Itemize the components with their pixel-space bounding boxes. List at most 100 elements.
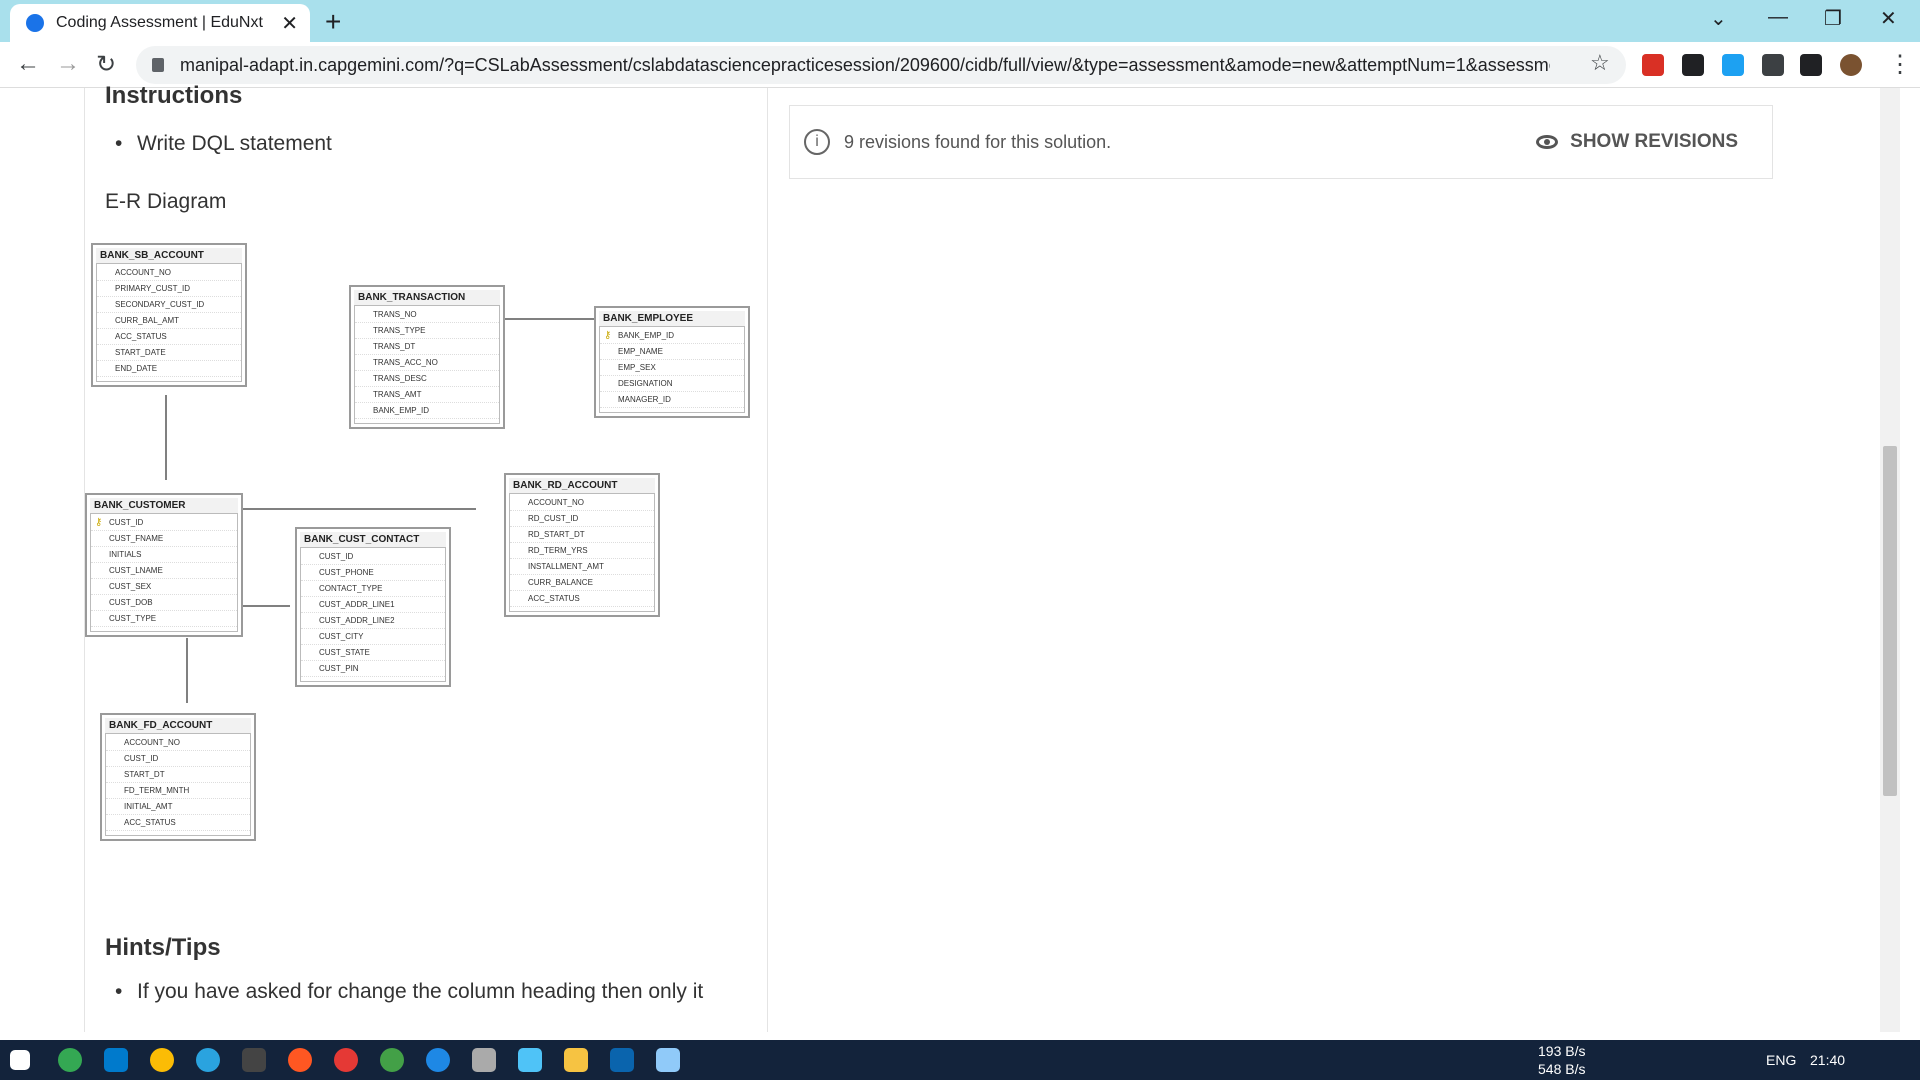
tab-strip: Coding Assessment | EduNxt ✕ + ⌄ — ❐ ✕ [0,0,1920,42]
brave-icon[interactable] [288,1048,312,1072]
er-table-name: BANK_RD_ACCOUNT [509,478,655,493]
er-table-name: BANK_CUSTOMER [90,498,238,513]
url-text: manipal-adapt.in.capgemini.com/?q=CSLabA… [180,54,1550,75]
app-icon-2[interactable] [472,1048,496,1072]
pocket-extension-icon[interactable] [1642,54,1664,76]
er-column: TRANS_TYPE [355,323,499,339]
page-content: Instructions Write DQL statement E-R Dia… [0,82,1920,1032]
language-indicator[interactable]: ENG [1766,1052,1796,1068]
question-pane: Instructions Write DQL statement E-R Dia… [84,82,768,1032]
solution-pane: i 9 revisions found for this solution. S… [768,88,1796,1032]
chrome-active-icon[interactable] [150,1048,174,1072]
s-extension-icon[interactable] [1722,54,1744,76]
windows-start-icon[interactable] [10,1050,30,1070]
er-column: TRANS_DT [355,339,499,355]
er-table-name: BANK_TRANSACTION [354,290,500,305]
er-column: RD_START_DT [510,527,654,543]
er-column: ACC_STATUS [97,329,241,345]
close-window-button[interactable]: ✕ [1880,6,1897,31]
back-icon[interactable]: ← [16,50,40,78]
page-scrollbar[interactable] [1880,88,1900,1032]
er-column: INITIALS [91,547,237,563]
edge-icon[interactable] [426,1048,450,1072]
tab-search-icon[interactable]: ⌄ [1710,6,1727,31]
er-column: CUST_PHONE [301,565,445,581]
eye-icon [1536,135,1559,149]
er-column: CUST_CITY [301,629,445,645]
er-column-list: CUST_IDCUST_FNAMEINITIALSCUST_LNAMECUST_… [90,513,238,632]
er-column: CURR_BALANCE [510,575,654,591]
er-table-name: BANK_FD_ACCOUNT [105,718,251,733]
new-tab-button[interactable]: + [325,6,341,38]
clock[interactable]: 21:40 [1810,1052,1845,1068]
er-table-bank-customer: BANK_CUSTOMERCUST_IDCUST_FNAMEINITIALSCU… [85,493,243,637]
edunxt-favicon-icon [26,14,44,32]
vscode-icon[interactable] [104,1048,128,1072]
relation-line [243,605,290,607]
forward-icon[interactable]: → [56,50,80,78]
er-column-list: BANK_EMP_IDEMP_NAMEEMP_SEXDESIGNATIONMAN… [599,326,745,413]
tab-title: Coding Assessment | EduNxt [56,14,263,31]
er-column: START_DT [106,767,250,783]
er-column: FD_TERM_MNTH [106,783,250,799]
avatar[interactable] [1840,54,1862,76]
er-column: CUST_DOB [91,595,237,611]
er-column-list: ACCOUNT_NO RD_CUST_ID RD_START_DT RD_TERM_Y… [509,493,655,612]
scrollbar-thumb[interactable] [1883,446,1897,796]
revisions-card: i 9 revisions found for this solution. S… [789,105,1773,179]
hint-item: If you have asked for change the column … [115,980,703,1004]
revisions-text: 9 revisions found for this solution. [844,131,1112,152]
er-column: CUST_SEX [91,579,237,595]
relation-line [186,638,188,703]
restore-button[interactable]: ❐ [1824,6,1842,31]
address-bar[interactable]: manipal-adapt.in.capgemini.com/?q=CSLabA… [136,46,1626,84]
file-explorer-icon[interactable] [564,1048,588,1072]
er-column: SECONDARY_CUST_ID [97,297,241,313]
er-column: CONTACT_TYPE [301,581,445,597]
menu-icon[interactable]: ⋮ [1888,50,1912,79]
er-column: TRANS_NO [355,307,499,323]
er-column: CUST_PIN [301,661,445,677]
er-column: BANK_EMP_ID [600,328,744,344]
er-column: PRIMARY_CUST_ID [97,281,241,297]
reload-icon[interactable]: ↻ [96,50,116,79]
er-table-bank-fd-account: BANK_FD_ACCOUNT ACCOUNT_NO CUST_ID START_DT… [100,713,256,841]
net-download: 548 B/s [1538,1061,1586,1077]
er-column: CUST_ADDR_LINE1 [301,597,445,613]
info-icon: i [804,129,830,155]
notes-icon[interactable] [656,1048,680,1072]
p-app-icon[interactable] [334,1048,358,1072]
er-column: CUST_ID [301,549,445,565]
side-panel-icon[interactable] [1800,54,1822,76]
show-revisions-button[interactable]: SHOW REVISIONS [1536,131,1738,153]
hints-heading: Hints/Tips [105,934,221,961]
chrome-icon[interactable] [58,1048,82,1072]
bookmark-star-icon[interactable]: ☆ [1590,50,1612,75]
photos-icon[interactable] [518,1048,542,1072]
browser-toolbar: ← → ↻ manipal-adapt.in.capgemini.com/?q=… [0,42,1920,88]
er-table-bank-transaction: BANK_TRANSACTION TRANS_NO TRANS_TYPE TRANS_… [349,285,505,429]
er-column-list: ACCOUNT_NO PRIMARY_CUST_ID SECONDARY_CUST_… [96,263,242,382]
er-column-list: CUST_ID CUST_PHONE CONTACT_TYPE CUST_ADDR_L… [300,547,446,682]
er-diagram-title: E-R Diagram [105,190,227,213]
extension-icon[interactable] [1682,54,1704,76]
er-column: EMP_SEX [600,360,744,376]
browser-tab[interactable]: Coding Assessment | EduNxt ✕ [10,4,310,42]
vpn-icon[interactable] [380,1048,404,1072]
er-table-bank-cust-contact: BANK_CUST_CONTACT CUST_ID CUST_PHONE CONTAC… [295,527,451,687]
er-table-bank-sb-account: BANK_SB_ACCOUNT ACCOUNT_NO PRIMARY_CUST_ID… [91,243,247,387]
er-table-name: BANK_CUST_CONTACT [300,532,446,547]
word-icon[interactable] [610,1048,634,1072]
er-column-list: TRANS_NO TRANS_TYPE TRANS_DT TRANS_ACC_NO TR… [354,305,500,424]
er-column: TRANS_AMT [355,387,499,403]
puzzle-extensions-icon[interactable] [1762,54,1784,76]
close-tab-icon[interactable]: ✕ [281,11,298,36]
er-column: CUST_STATE [301,645,445,661]
minimize-button[interactable]: — [1768,6,1788,29]
telegram-icon[interactable] [196,1048,220,1072]
relation-line [165,395,167,480]
er-column: BANK_EMP_ID [355,403,499,419]
er-column: CUST_ID [106,751,250,767]
er-column: START_DATE [97,345,241,361]
app-icon[interactable] [242,1048,266,1072]
